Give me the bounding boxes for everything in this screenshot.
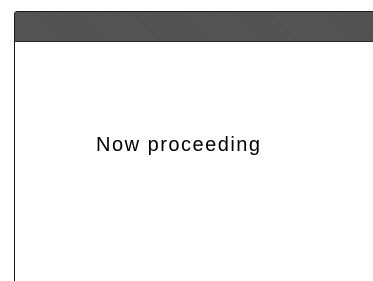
progress-dialog: Now proceeding bbox=[14, 11, 373, 281]
message-area: Now proceeding bbox=[15, 42, 373, 281]
status-message: Now proceeding bbox=[96, 134, 262, 156]
title-bar[interactable] bbox=[15, 12, 373, 42]
